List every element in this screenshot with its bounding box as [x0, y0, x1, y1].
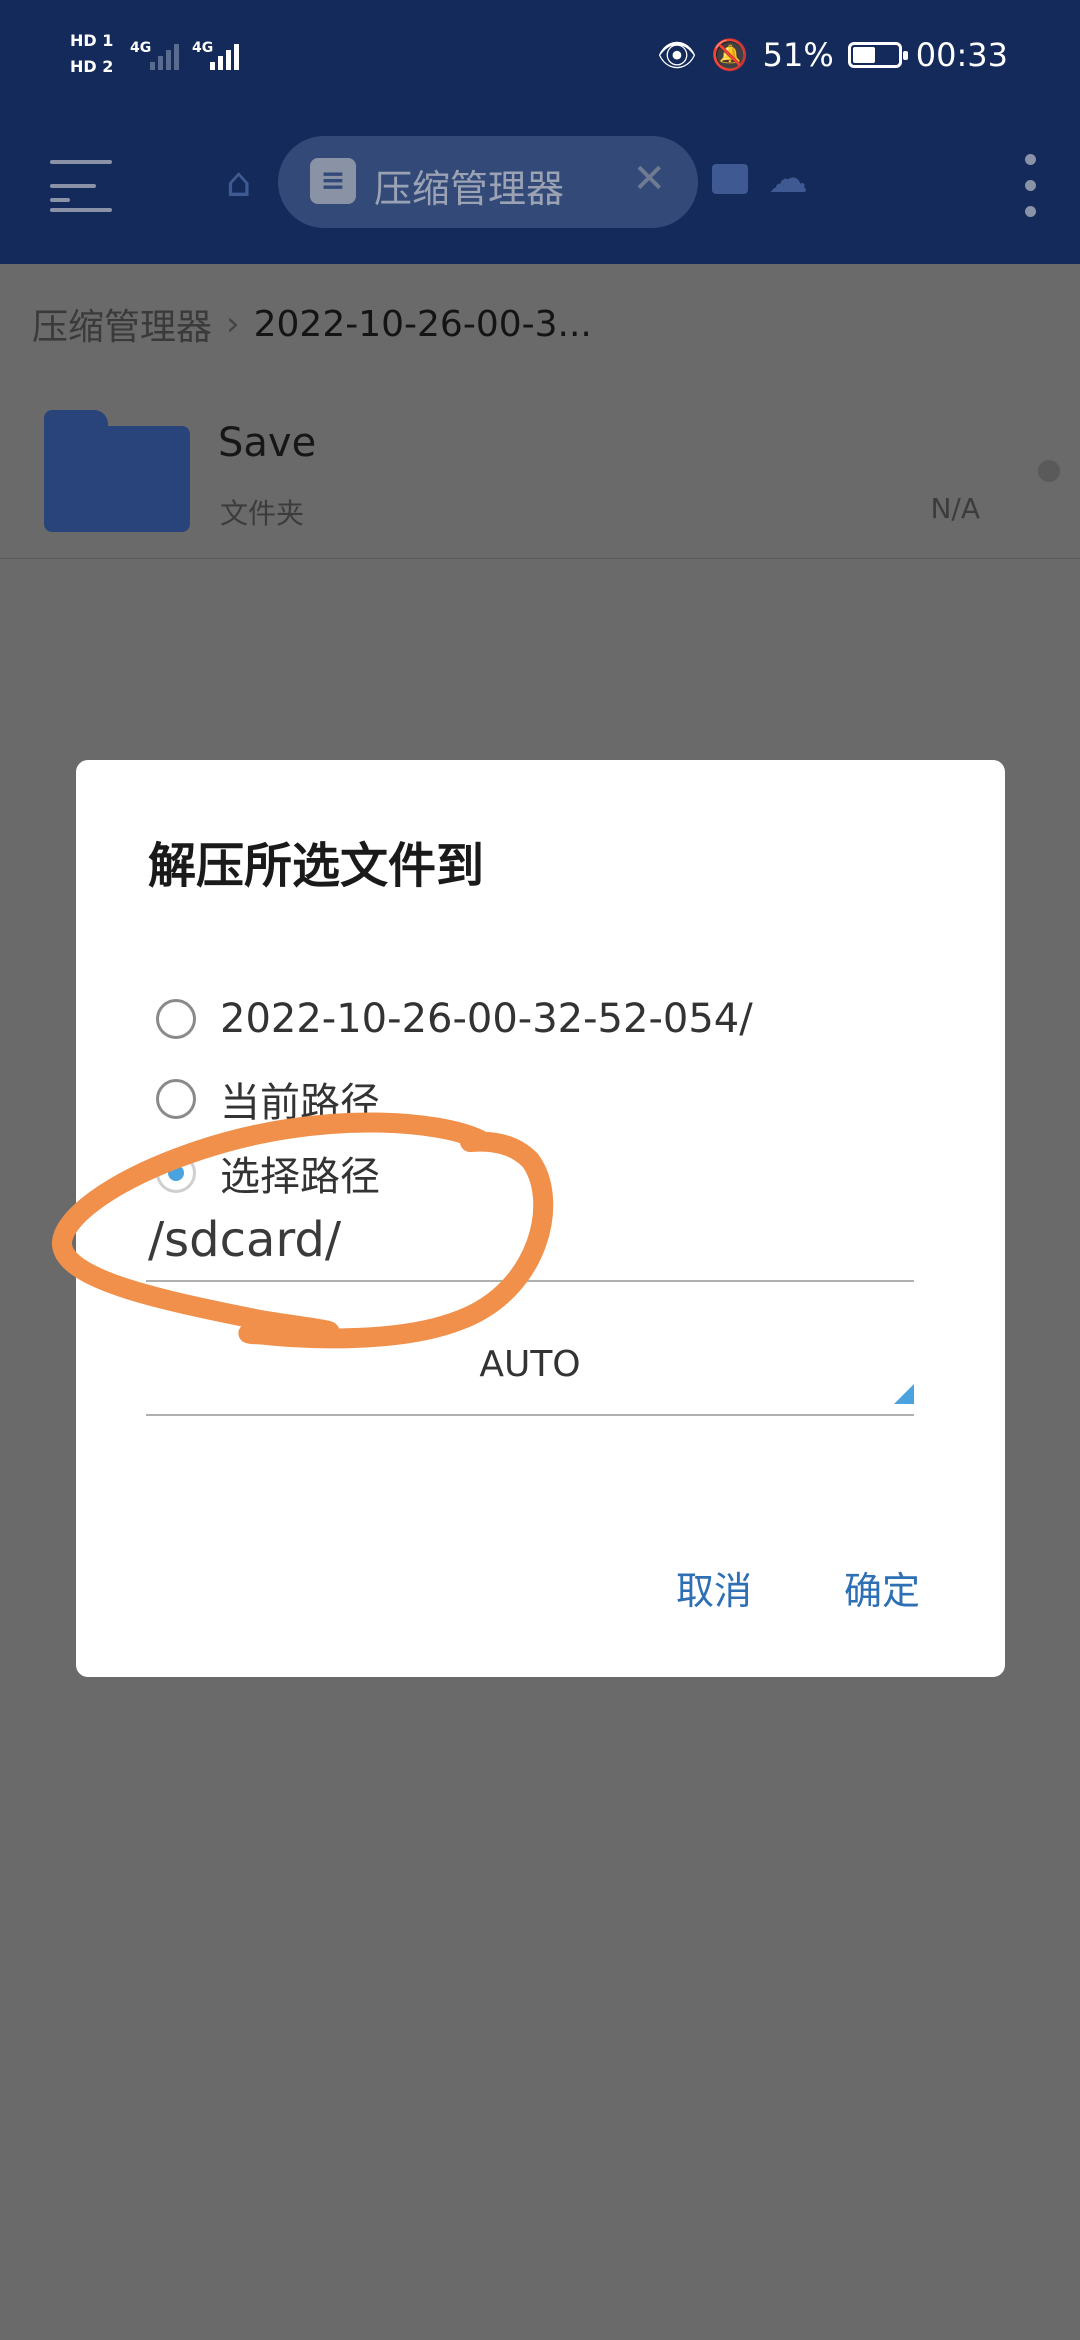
sim-labels: HD 1 HD 2: [70, 28, 113, 80]
close-tab-icon[interactable]: ✕: [632, 156, 666, 202]
home-icon[interactable]: ⌂: [226, 160, 251, 206]
dialog-title: 解压所选文件到: [148, 838, 485, 894]
app-toolbar: ⌂ ≡ 压缩管理器 ✕ ☁: [0, 120, 1080, 264]
radio-button[interactable]: [156, 999, 196, 1039]
battery-fill: [852, 47, 876, 63]
breadcrumb-current[interactable]: 2022-10-26-00-3...: [254, 304, 592, 345]
confirm-button[interactable]: 确定: [844, 1560, 920, 1615]
dropdown-caret-icon: [894, 1384, 914, 1404]
signal-strength-1-icon: [150, 40, 179, 70]
option-label: 选择路径: [220, 1154, 380, 1200]
status-right: 👁 🔕 51% 00:33: [657, 36, 1008, 74]
option-label: 当前路径: [220, 1080, 380, 1126]
status-bar: HD 1 HD 2 4G 4G 👁 🔕 51% 00:33: [0, 0, 1080, 120]
hamburger-menu-icon[interactable]: [50, 160, 116, 220]
radio-button[interactable]: [156, 1079, 196, 1119]
network-type-1: 4G: [130, 40, 152, 56]
cloud-icon[interactable]: ☁: [768, 156, 808, 202]
sd-card-icon[interactable]: [712, 164, 748, 194]
archive-icon: ≡: [310, 158, 356, 204]
breadcrumb: 压缩管理器 › 2022-10-26-00-3...: [32, 298, 592, 350]
battery-percent: 51%: [762, 36, 834, 74]
option-label: 2022-10-26-00-32-52-054/: [220, 996, 753, 1042]
battery-icon: [847, 42, 908, 68]
sim1-label: HD 1: [70, 31, 114, 50]
file-name: Save: [218, 420, 317, 466]
encoding-value: AUTO: [479, 1344, 581, 1385]
option-archive-folder[interactable]: 2022-10-26-00-32-52-054/: [156, 996, 753, 1042]
cancel-button[interactable]: 取消: [676, 1560, 752, 1615]
clock: 00:33: [915, 36, 1008, 74]
list-item[interactable]: Save 文件夹 N/A: [0, 380, 1080, 559]
encoding-select[interactable]: AUTO: [146, 1324, 914, 1416]
more-options-icon[interactable]: [1020, 150, 1040, 220]
file-size: N/A: [930, 492, 980, 525]
option-choose-path[interactable]: 选择路径: [156, 1144, 380, 1202]
radio-button-checked[interactable]: [156, 1153, 196, 1193]
sim2-label: HD 2: [70, 57, 114, 76]
tab-compress-manager[interactable]: ≡ 压缩管理器 ✕: [278, 136, 698, 228]
breadcrumb-root[interactable]: 压缩管理器: [32, 298, 212, 350]
signal-strength-2-icon: [210, 40, 239, 70]
select-indicator-icon[interactable]: [1038, 460, 1060, 482]
option-current-path[interactable]: 当前路径: [156, 1070, 380, 1128]
eye-comfort-icon: 👁: [656, 36, 698, 74]
folder-icon: [44, 410, 190, 532]
tab-label: 压缩管理器: [374, 167, 565, 211]
extract-dialog: 解压所选文件到 2022-10-26-00-32-52-054/ 当前路径 选择…: [76, 760, 1005, 1677]
file-type: 文件夹: [220, 497, 305, 530]
chevron-right-icon: ›: [226, 304, 240, 344]
path-input[interactable]: [146, 1200, 914, 1282]
bell-muted-icon: 🔕: [711, 37, 749, 73]
